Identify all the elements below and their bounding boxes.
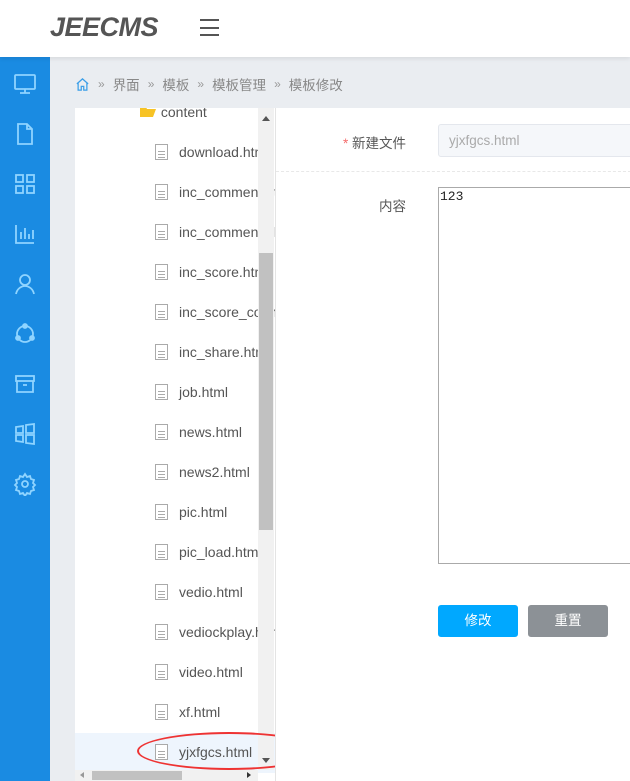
tree-file-item[interactable]: video.html <box>75 653 275 693</box>
tree-file-label: news.html <box>179 424 243 440</box>
file-icon <box>155 264 168 280</box>
tree-file-item[interactable]: pic_load.html <box>75 533 275 573</box>
tree-file-label: pic_load.html <box>179 544 262 560</box>
edit-form: * 新建文件 yjxfgcs.html 内容 123 修改 重置 <box>275 108 630 781</box>
file-icon <box>155 224 168 240</box>
tree-file-item[interactable]: vediockplay.html <box>75 613 275 653</box>
file-icon <box>155 704 168 720</box>
tree-file-label: download.html <box>179 144 270 160</box>
home-icon[interactable] <box>75 77 90 92</box>
bar-chart-icon[interactable] <box>13 222 37 246</box>
reset-button[interactable]: 重置 <box>528 605 608 637</box>
tree-file-item[interactable]: job.html <box>75 373 275 413</box>
submit-button[interactable]: 修改 <box>438 605 518 637</box>
tree-file-item[interactable]: inc_score_count.html <box>75 293 275 333</box>
sidebar <box>0 57 50 781</box>
file-icon <box>155 504 168 520</box>
box-icon[interactable] <box>13 372 37 396</box>
tree-file-label: news2.html <box>179 464 250 480</box>
divider <box>276 171 630 172</box>
tree-file-item[interactable]: news2.html <box>75 453 275 493</box>
tree-horizontal-scrollbar[interactable] <box>75 770 258 781</box>
scroll-thumb-horizontal[interactable] <box>92 771 182 780</box>
file-tree: content download.htmlinc_comment.htmlinc… <box>75 108 275 781</box>
tree-file-item[interactable]: pic.html <box>75 493 275 533</box>
tree-file-label: yjxfgcs.html <box>179 744 253 760</box>
hamburger-icon[interactable] <box>200 19 219 36</box>
logo: JEECMS <box>50 12 159 42</box>
file-icon <box>155 664 168 680</box>
user-icon[interactable] <box>13 272 37 296</box>
scroll-right-icon[interactable] <box>247 772 251 778</box>
scroll-thumb[interactable] <box>259 253 273 530</box>
tree-file-label: inc_score.html <box>179 264 270 280</box>
monitor-icon[interactable] <box>13 72 37 96</box>
file-icon <box>155 464 168 480</box>
grid-icon[interactable] <box>13 172 37 196</box>
header: JEECMS <box>0 0 630 57</box>
file-icon <box>155 424 168 440</box>
tree-file-label: inc_share.html <box>179 344 271 360</box>
tree-file-item[interactable]: news.html <box>75 413 275 453</box>
windows-icon[interactable] <box>13 422 37 446</box>
tree-file-item[interactable]: inc_score.html <box>75 253 275 293</box>
tree-folder-content[interactable]: content <box>139 108 207 120</box>
scroll-up-icon[interactable] <box>262 116 270 121</box>
sync-icon[interactable] <box>13 322 37 346</box>
file-icon <box>155 184 168 200</box>
filename-input[interactable]: yjxfgcs.html <box>438 124 630 157</box>
gear-icon[interactable] <box>13 472 37 496</box>
tree-file-label: vedio.html <box>179 584 243 600</box>
file-icon <box>155 384 168 400</box>
tree-folder-label: content <box>160 108 207 120</box>
content-textarea[interactable]: 123 <box>438 187 630 564</box>
file-icon <box>155 304 168 320</box>
tree-file-item[interactable]: inc_share.html <box>75 333 275 373</box>
scroll-left-icon[interactable] <box>80 772 84 778</box>
file-icon <box>155 584 168 600</box>
tree-file-label: job.html <box>179 384 229 400</box>
folder-icon <box>140 108 156 117</box>
filename-label: * 新建文件 <box>342 136 406 151</box>
file-icon <box>155 744 168 760</box>
tree-file-item[interactable]: xf.html <box>75 693 275 733</box>
breadcrumb-item[interactable]: 界面 <box>113 74 140 94</box>
file-icon <box>155 144 168 160</box>
file-icon <box>155 624 168 640</box>
tree-file-item[interactable]: yjxfgcs.html <box>75 733 275 773</box>
tree-vertical-scrollbar[interactable] <box>258 108 274 770</box>
tree-file-item[interactable]: inc_comment.html <box>75 173 275 213</box>
tree-file-label: video.html <box>179 664 243 680</box>
file-icon[interactable] <box>13 122 37 146</box>
scroll-down-icon[interactable] <box>262 758 270 763</box>
breadcrumb-item: 模板修改 <box>288 78 343 93</box>
tree-file-label: pic.html <box>179 504 228 520</box>
tree-file-label: xf.html <box>179 704 221 720</box>
breadcrumb: » 界面 » 模板 » 模板管理 » 模板修改 <box>75 74 343 94</box>
content-label: 内容 <box>379 199 406 214</box>
file-icon <box>155 344 168 360</box>
tree-file-item[interactable]: vedio.html <box>75 573 275 613</box>
tree-file-item[interactable]: inc_comment2.html <box>75 213 275 253</box>
breadcrumb-item[interactable]: 模板 <box>162 74 189 94</box>
breadcrumb-item[interactable]: 模板管理 <box>212 74 266 94</box>
tree-file-item[interactable]: download.html <box>75 133 275 173</box>
file-icon <box>155 544 168 560</box>
